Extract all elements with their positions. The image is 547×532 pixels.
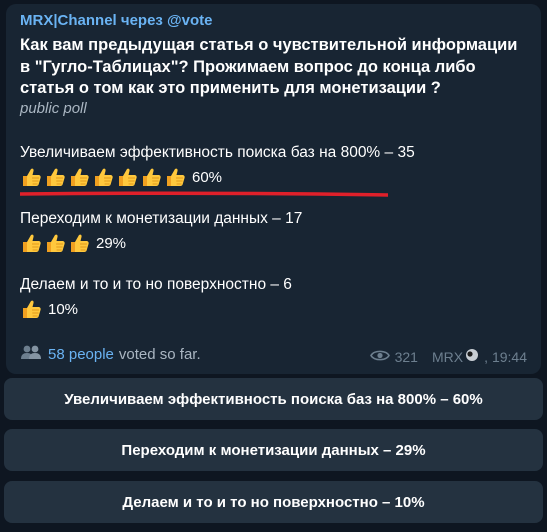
poll-type-label: public poll — [20, 100, 87, 117]
voters-suffix: voted so far. — [118, 345, 201, 363]
poll-option-3-percent: 10% — [48, 300, 79, 318]
voters-link[interactable]: 58 people — [48, 346, 114, 363]
poll-question: Как вам предыдущая статья о чувствительн… — [20, 36, 518, 97]
views-count: 321 — [394, 348, 418, 365]
thumbs-up-icon — [20, 233, 42, 253]
voters-summary: 58 people voted so far. — [20, 344, 201, 364]
thumbs-up-icon — [20, 167, 42, 187]
thumbs-up-icon — [44, 233, 66, 253]
vote-button-option-2[interactable]: Переходим к монетизации данных – 29% — [4, 429, 543, 471]
poll-option-1-bar: 60% — [20, 166, 222, 188]
thumbs-up-icons — [20, 167, 188, 187]
poll-option-1-percent: 60% — [192, 168, 223, 186]
poll-option-3-text: Делаем и то и то но поверхностно – 6 — [20, 276, 292, 293]
thumbs-up-icons — [20, 233, 92, 253]
thumbs-up-icon — [116, 167, 138, 187]
thumbs-up-icon — [44, 167, 66, 187]
thumbs-up-icons — [20, 299, 44, 319]
thumbs-up-icon — [68, 233, 90, 253]
vote-button-option-3[interactable]: Делаем и то и то но поверхностно – 10% — [4, 481, 543, 523]
poll-option-3-bar: 10% — [20, 298, 78, 320]
thumbs-up-icon — [164, 167, 186, 187]
poll-option-2-bar: 29% — [20, 232, 126, 254]
message-time-separator: , — [484, 348, 488, 365]
message-bubble: MRX|Channel через @vote Как вам предыдущ… — [6, 4, 541, 374]
message-meta: 321 MRX , 19:44 — [365, 348, 527, 365]
sender-name[interactable]: MRX|Channel через @vote — [20, 12, 213, 29]
red-underline — [20, 191, 388, 197]
vote-button-option-1[interactable]: Увеличиваем эффективность поиска баз на … — [4, 378, 543, 420]
author-signature: MRX — [431, 348, 464, 365]
people-icon — [20, 344, 42, 364]
author-emoji-icon — [465, 348, 479, 365]
eye-icon — [369, 349, 390, 365]
poll-option-2-percent: 29% — [96, 234, 127, 252]
thumbs-up-icon — [140, 167, 162, 187]
poll-option-1-text: Увеличиваем эффективность поиска баз на … — [20, 144, 415, 161]
thumbs-up-icon — [20, 299, 42, 319]
message-time: 19:44 — [491, 348, 527, 365]
thumbs-up-icon — [68, 167, 90, 187]
thumbs-up-icon — [92, 167, 114, 187]
poll-option-2-text: Переходим к монетизации данных – 17 — [20, 210, 303, 227]
